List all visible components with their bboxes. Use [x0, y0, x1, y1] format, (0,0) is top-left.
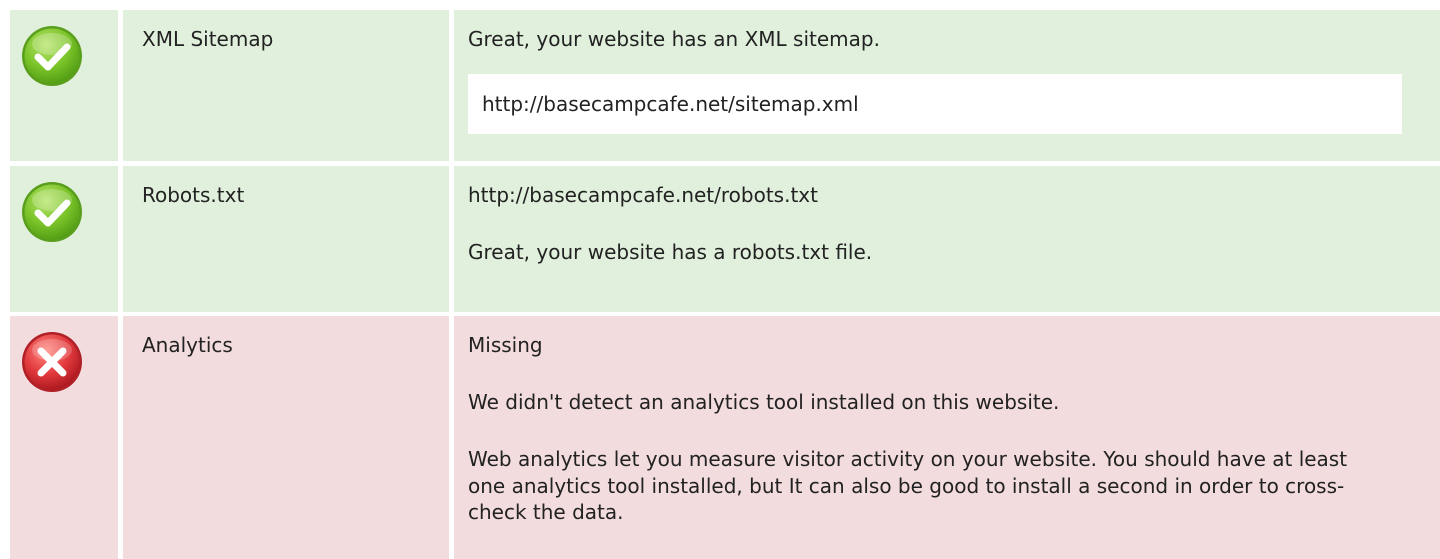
status-cell [10, 316, 118, 559]
check-row-robots-txt: Robots.txt http://basecampcafe.net/robot… [0, 166, 1440, 312]
check-message: Great, your website has an XML sitemap. [468, 27, 880, 51]
check-row-xml-sitemap: XML Sitemap Great, your website has an X… [0, 10, 1440, 161]
robots-url: http://basecampcafe.net/robots.txt [468, 183, 818, 207]
check-description: Web analytics let you measure visitor ac… [468, 447, 1348, 525]
seo-report-table: XML Sitemap Great, your website has an X… [0, 0, 1440, 559]
check-circle-icon [22, 26, 82, 86]
check-name: Analytics [142, 333, 233, 357]
check-name-cell: Robots.txt [123, 166, 449, 312]
check-message: Great, your website has a robots.txt fil… [468, 240, 873, 264]
status-cell [10, 166, 118, 312]
check-value-cell: Missing We didn't detect an analytics to… [454, 316, 1440, 559]
check-name-cell: XML Sitemap [123, 10, 449, 161]
check-name-cell: Analytics [123, 316, 449, 559]
check-value-cell: Great, your website has an XML sitemap. … [454, 10, 1440, 161]
sitemap-url-box: http://basecampcafe.net/sitemap.xml [468, 74, 1402, 134]
check-value: Missing [468, 333, 543, 357]
check-message: We didn't detect an analytics tool insta… [468, 390, 1060, 414]
check-name: Robots.txt [142, 183, 245, 207]
check-name: XML Sitemap [142, 27, 274, 51]
status-cell [10, 10, 118, 161]
check-circle-icon [22, 182, 82, 242]
cross-circle-icon [22, 332, 82, 392]
check-row-analytics: Analytics Missing We didn't detect an an… [0, 316, 1440, 559]
check-value-cell: http://basecampcafe.net/robots.txt Great… [454, 166, 1440, 312]
